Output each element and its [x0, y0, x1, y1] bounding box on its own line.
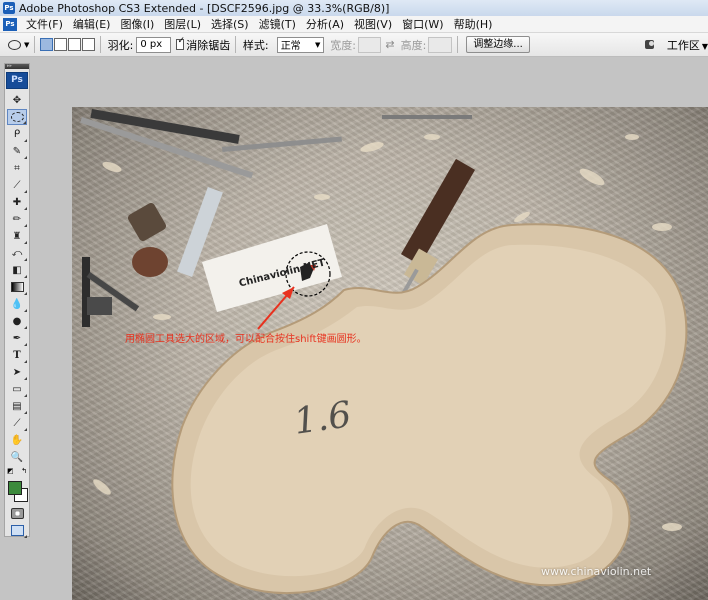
- menu-edit[interactable]: 编辑(E): [68, 16, 116, 32]
- feather-label: 羽化:: [107, 38, 134, 52]
- menu-analysis[interactable]: 分析(A): [301, 16, 349, 32]
- ps-logo[interactable]: Ps: [6, 72, 28, 89]
- subtract-from-selection-icon[interactable]: [68, 38, 82, 51]
- quick-selection-icon[interactable]: ✎: [7, 143, 27, 159]
- brush-icon[interactable]: ✏: [7, 211, 27, 227]
- crop-icon[interactable]: ⌗: [7, 160, 27, 176]
- refine-edge-button[interactable]: 调整边缘...: [466, 36, 530, 53]
- rectangle-shape-icon[interactable]: ▭: [7, 381, 27, 397]
- zoom-icon[interactable]: 🔍: [7, 449, 27, 465]
- quick-mask-icon[interactable]: [7, 505, 27, 521]
- photoshop-icon: Ps: [3, 2, 15, 14]
- divider: [235, 36, 236, 53]
- style-select[interactable]: 正常 ▼: [276, 36, 325, 53]
- annotation-text: 用椭圆工具选大的区域，可以配合按住shift键画圆形。: [125, 334, 367, 345]
- clone-stamp-icon[interactable]: ♜: [7, 228, 27, 244]
- menu-help[interactable]: 帮助(H): [449, 16, 498, 32]
- toolbox-grip[interactable]: ▸▸: [5, 64, 29, 69]
- divider: [34, 36, 36, 53]
- photoshop-mini-icon[interactable]: Ps: [3, 17, 17, 31]
- color-controls: ◩ ↰: [7, 467, 27, 475]
- width-label: 宽度:: [330, 38, 356, 52]
- menu-filter[interactable]: 滤镜(T): [254, 16, 301, 32]
- default-colors-icon[interactable]: ◩: [7, 467, 14, 475]
- pen-icon[interactable]: ✒: [7, 330, 27, 346]
- path-selection-icon[interactable]: ➤: [7, 364, 27, 380]
- title-bar: Ps Adobe Photoshop CS3 Extended - [DSCF2…: [0, 0, 708, 16]
- menu-layer[interactable]: 图层(L): [159, 16, 206, 32]
- add-to-selection-icon[interactable]: [54, 38, 68, 51]
- menu-select[interactable]: 选择(S): [206, 16, 254, 32]
- toolbox: ▸▸ Ps ✥ ᑭ ✎ ⌗ ⟋ ✚ ✏ ♜ ⤺ ◧ 💧 ● ✒ T ➤ ▭ ▤ …: [4, 63, 30, 538]
- type-icon[interactable]: T: [7, 347, 27, 363]
- camera-icon[interactable]: [644, 40, 654, 49]
- style-label: 样式:: [242, 38, 269, 52]
- notes-icon[interactable]: ▤: [7, 398, 27, 414]
- menu-bar: Ps 文件(F) 编辑(E) 图像(I) 图层(L) 选择(S) 滤镜(T) 分…: [0, 16, 708, 33]
- history-brush-icon[interactable]: ⤺: [7, 245, 27, 261]
- spot-healing-icon[interactable]: ✚: [7, 194, 27, 210]
- chevron-down-icon: ▼: [315, 40, 321, 49]
- divider: [100, 36, 101, 53]
- new-selection-icon[interactable]: [40, 38, 54, 51]
- elliptical-marquee-icon[interactable]: [7, 109, 27, 125]
- height-input: [428, 36, 452, 53]
- move-icon[interactable]: ✥: [7, 92, 27, 108]
- height-label: 高度:: [400, 38, 427, 52]
- caret-down-icon: ▼: [701, 41, 708, 51]
- watermark: www.chinaviolin.net: [541, 565, 652, 578]
- style-value: 正常: [280, 41, 301, 52]
- menu-image[interactable]: 图像(I): [115, 16, 159, 32]
- eyedropper-icon[interactable]: ⟋: [7, 415, 27, 431]
- photo-scene: [80, 109, 688, 595]
- swap-colors-icon[interactable]: ↰: [21, 467, 27, 475]
- color-swatches: [7, 479, 28, 503]
- screen-mode-icon[interactable]: [7, 522, 27, 538]
- eraser-icon[interactable]: ◧: [7, 262, 27, 278]
- lasso-icon[interactable]: ᑭ: [7, 126, 27, 142]
- swap-icon: ⇄: [385, 38, 395, 51]
- foreground-color[interactable]: [8, 481, 22, 495]
- workspace-label: 工作区: [666, 38, 700, 52]
- dodge-icon[interactable]: ●: [7, 313, 27, 329]
- menu-window[interactable]: 窗口(W): [397, 16, 448, 32]
- elliptical-marquee-icon: [8, 39, 21, 50]
- blur-icon[interactable]: 💧: [7, 296, 27, 312]
- antialias-checkbox[interactable]: [176, 36, 185, 50]
- chevron-down-icon: ▼: [24, 40, 30, 49]
- pencil-mark: 1.6: [291, 394, 354, 443]
- tool-preset-picker[interactable]: ▼: [8, 39, 30, 50]
- window-title: Adobe Photoshop CS3 Extended - [DSCF2596…: [19, 1, 390, 15]
- hand-icon[interactable]: ✋: [7, 432, 27, 448]
- antialias-label: 消除锯齿: [186, 38, 231, 52]
- gradient-icon[interactable]: [7, 279, 27, 295]
- menu-view[interactable]: 视图(V): [349, 16, 397, 32]
- intersect-selection-icon[interactable]: [82, 38, 96, 51]
- options-bar: ▼ 羽化: 0 px 消除锯齿 样式: 正常 ▼ 宽度: ⇄ 高度: 调整边缘.…: [0, 33, 708, 57]
- divider: [456, 36, 458, 53]
- document-canvas[interactable]: Chinaviolin.NET 1.6 用椭圆工具选大的区域，可以配合按住shi…: [72, 107, 708, 600]
- width-input: [357, 36, 382, 53]
- workspace-menu[interactable]: 工作区 ▼: [667, 37, 708, 53]
- eyedropper-icon[interactable]: ⟋: [7, 177, 27, 193]
- menu-file[interactable]: 文件(F): [21, 16, 68, 32]
- selection-mode-group: [40, 38, 96, 51]
- feather-input[interactable]: 0 px: [136, 36, 172, 53]
